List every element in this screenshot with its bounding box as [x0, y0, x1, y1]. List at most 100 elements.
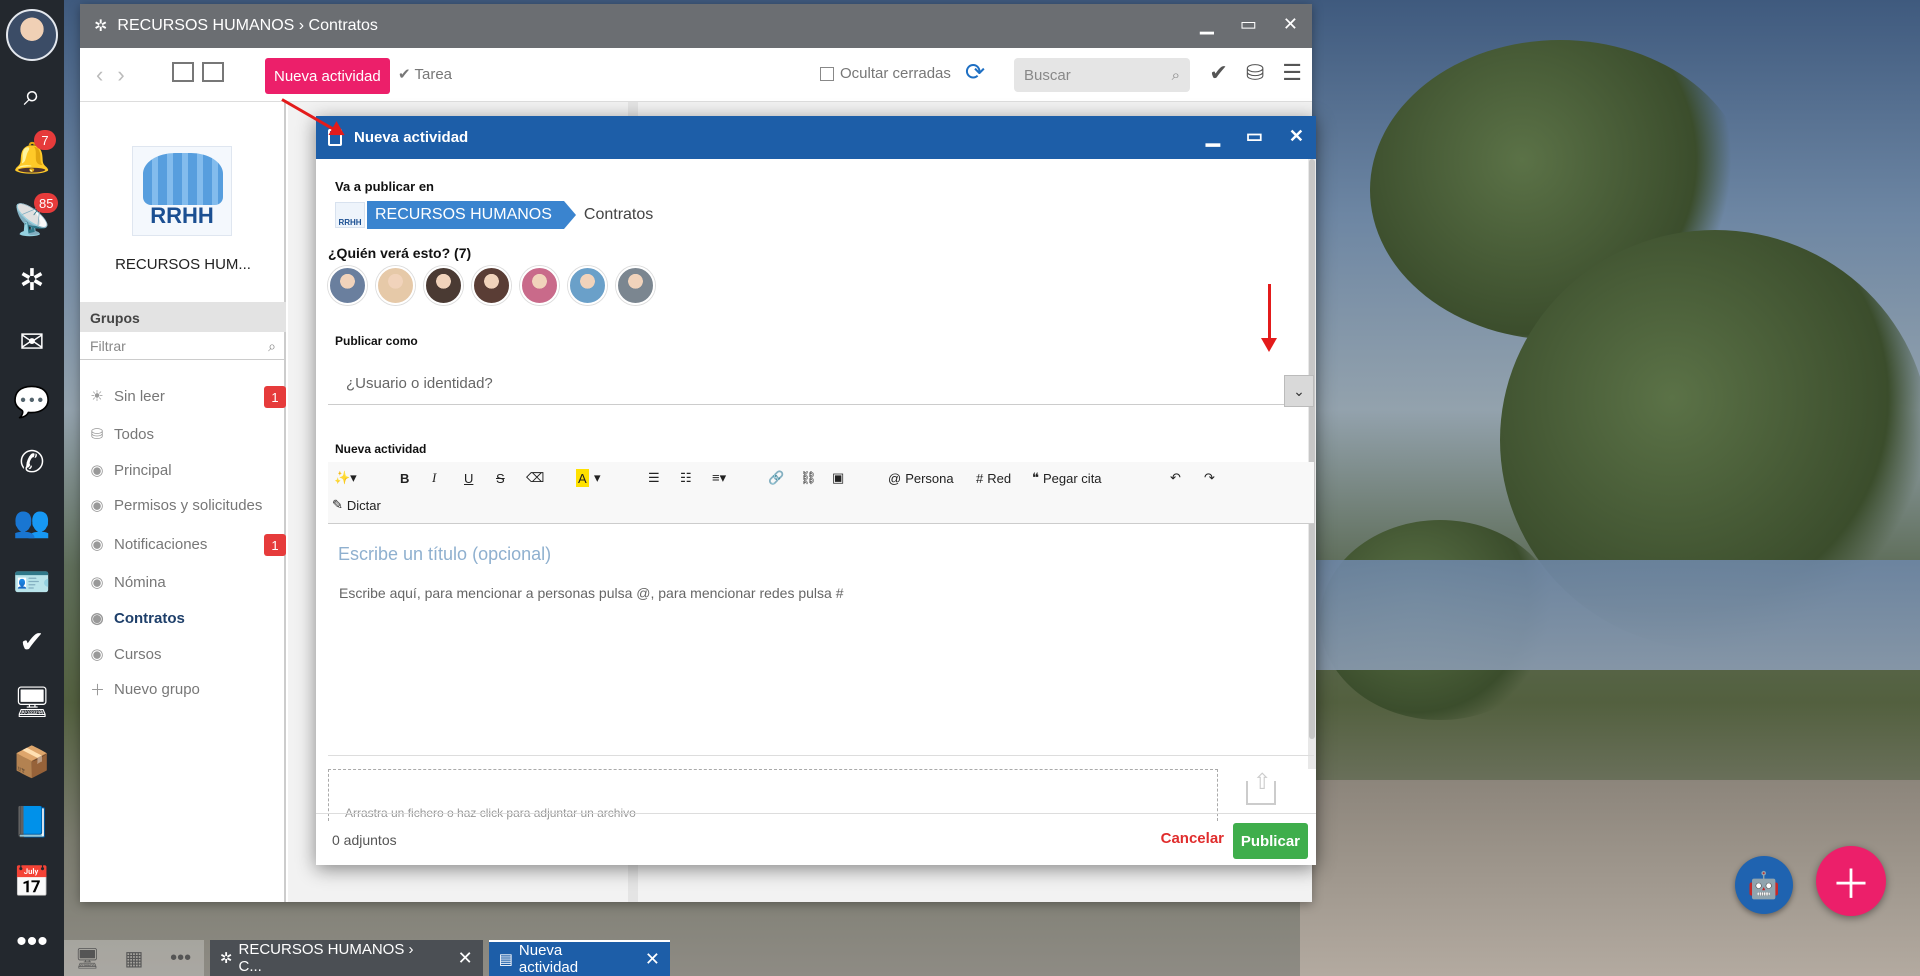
mail-icon[interactable]: ✉: [0, 318, 64, 366]
new-activity-button[interactable]: Nueva actividad: [265, 58, 390, 94]
check-all-icon[interactable]: ✔: [1209, 60, 1227, 86]
search-input[interactable]: Buscar ⌕: [1014, 58, 1190, 92]
chat-icon[interactable]: 💬: [0, 378, 64, 426]
mention-network-button[interactable]: # Red: [976, 469, 1011, 487]
group-item-label: Permisos y solicitudes: [114, 496, 263, 514]
close-icon[interactable]: ✕: [458, 948, 473, 969]
audience-avatars: [328, 266, 655, 305]
strikethrough-button[interactable]: S: [496, 469, 505, 487]
group-item-contracts[interactable]: ◉ Contratos: [80, 600, 286, 636]
avatar[interactable]: [568, 266, 607, 305]
add-button[interactable]: ＋: [1816, 846, 1886, 916]
hide-closed-checkbox[interactable]: [820, 66, 834, 81]
close-icon[interactable]: ✕: [1283, 14, 1298, 35]
check-icon[interactable]: ✔: [0, 618, 64, 666]
title-input[interactable]: Escribe un título (opcional): [338, 544, 551, 565]
forward-icon[interactable]: ›: [117, 62, 138, 87]
align-icon[interactable]: ≡▾: [712, 469, 726, 487]
more-icon[interactable]: •••: [0, 918, 64, 966]
chevron-down-icon[interactable]: ⌄: [1284, 375, 1314, 407]
taskbar-tab-hr[interactable]: ✲ RECURSOS HUMANOS › C... ✕: [209, 940, 483, 976]
group-name[interactable]: RECURSOS HUM...: [80, 256, 286, 273]
new-group-button[interactable]: ＋ Nuevo grupo: [80, 671, 286, 707]
avatar[interactable]: [424, 266, 463, 305]
cancel-button[interactable]: Cancelar: [1161, 830, 1224, 847]
calendar-icon[interactable]: 📅: [0, 858, 64, 906]
paste-quote-button[interactable]: ❝ Pegar cita: [1032, 469, 1102, 487]
dictate-button[interactable]: ✎ Dictar: [332, 496, 381, 514]
phone-icon[interactable]: ✆: [0, 438, 64, 486]
eraser-icon[interactable]: ⌫: [526, 469, 544, 487]
numbered-list-icon[interactable]: ☷: [680, 469, 692, 487]
book-icon[interactable]: 📘: [0, 798, 64, 846]
avatar[interactable]: [616, 266, 655, 305]
menu-icon[interactable]: ☰: [1282, 60, 1302, 86]
desktop-icon[interactable]: 🖥: [64, 940, 111, 976]
apps-grid-icon[interactable]: ▦: [110, 940, 158, 976]
hide-closed-toggle[interactable]: Ocultar cerradas: [820, 65, 951, 82]
maximize-icon[interactable]: ▭: [1240, 14, 1257, 35]
back-icon[interactable]: ‹: [96, 62, 117, 87]
dialog-footer: 0 adjuntos Cancelar Publicar: [316, 813, 1316, 865]
link-icon[interactable]: 🔗: [768, 469, 784, 487]
meeting-icon[interactable]: 👥: [0, 498, 64, 546]
group-item-courses[interactable]: ◉ Cursos: [80, 636, 286, 672]
filter-input[interactable]: Filtrar ⌕: [80, 332, 286, 360]
bold-button[interactable]: B: [400, 469, 409, 487]
avatar[interactable]: [520, 266, 559, 305]
dialog-titlebar[interactable]: Nueva actividad ▁ ▭ ✕: [316, 116, 1316, 159]
presentation-icon[interactable]: 🖥: [0, 678, 64, 726]
group-item-permits[interactable]: ◉ Permisos y solicitudes: [80, 487, 286, 523]
window-titlebar[interactable]: ✲ RECURSOS HUMANOS › Contratos: [80, 4, 1312, 48]
maximize-icon[interactable]: ▭: [1246, 126, 1263, 147]
group-item-main[interactable]: ◉ Principal: [80, 452, 286, 488]
network-icon[interactable]: ✲: [0, 256, 64, 304]
bullet-list-icon[interactable]: ☰: [648, 469, 660, 487]
list-view-icon[interactable]: [172, 62, 194, 82]
upload-icon[interactable]: [1246, 769, 1276, 805]
unlink-icon[interactable]: ⛓: [800, 469, 817, 487]
undo-icon[interactable]: ↶: [1170, 469, 1181, 487]
assistant-bot-button[interactable]: 🤖: [1735, 856, 1793, 914]
mention-person-button[interactable]: @ Persona: [888, 469, 954, 487]
avatar[interactable]: [328, 266, 367, 305]
more-icon[interactable]: •••: [157, 940, 204, 976]
close-icon[interactable]: ✕: [645, 949, 660, 970]
user-avatar[interactable]: [6, 9, 58, 61]
highlight-button[interactable]: A: [576, 469, 589, 487]
inbox-icon[interactable]: ⛁: [1246, 60, 1264, 86]
grid-view-icon[interactable]: [202, 62, 224, 82]
taskbar-tab-new-activity[interactable]: ▤ Nueva actividad ✕: [488, 940, 671, 976]
paste-quote-label: Pegar cita: [1043, 470, 1102, 486]
window-title: RECURSOS HUMANOS › Contratos: [117, 17, 378, 34]
publish-button[interactable]: Publicar: [1232, 823, 1308, 859]
minimize-icon[interactable]: ▁: [1206, 126, 1220, 147]
minimize-icon[interactable]: ▁: [1200, 14, 1214, 35]
italic-button[interactable]: I: [432, 469, 436, 487]
boxes-icon[interactable]: 📦: [0, 738, 64, 786]
task-button[interactable]: ✔ Tarea: [398, 65, 452, 83]
dialog-title: Nueva actividad: [354, 129, 469, 146]
refresh-icon[interactable]: ⟳: [965, 58, 985, 87]
avatar[interactable]: [472, 266, 511, 305]
image-icon[interactable]: ▣: [832, 469, 844, 487]
breadcrumb-group[interactable]: RECURSOS HUMANOS: [367, 201, 576, 229]
contacts-icon[interactable]: 🪪: [0, 558, 64, 606]
task-label: Tarea: [414, 66, 453, 83]
close-icon[interactable]: ✕: [1289, 126, 1304, 147]
redo-icon[interactable]: ↷: [1204, 469, 1215, 487]
avatar[interactable]: [376, 266, 415, 305]
chevron-down-icon[interactable]: ▾: [594, 469, 601, 487]
search-icon: ⌕: [268, 338, 276, 354]
publish-as-placeholder: ¿Usuario o identidad?: [346, 375, 493, 392]
group-item-all[interactable]: ⛁ Todos: [80, 416, 286, 452]
group-item-payroll[interactable]: ◉ Nómina: [80, 564, 286, 600]
body-editor[interactable]: Escribe aquí, para mencionar a personas …: [339, 585, 844, 601]
group-item-unread[interactable]: ☀ Sin leer 1: [80, 378, 286, 414]
publish-as-select[interactable]: ¿Usuario o identidad? ⌄: [328, 353, 1314, 407]
magic-wand-icon[interactable]: ✨▾: [334, 469, 357, 487]
breadcrumb-subgroup[interactable]: Contratos: [584, 206, 653, 224]
search-icon[interactable]: ⌕: [0, 72, 64, 120]
underline-button[interactable]: U: [464, 469, 473, 487]
group-item-notifications[interactable]: ◉ Notificaciones 1: [80, 526, 286, 562]
